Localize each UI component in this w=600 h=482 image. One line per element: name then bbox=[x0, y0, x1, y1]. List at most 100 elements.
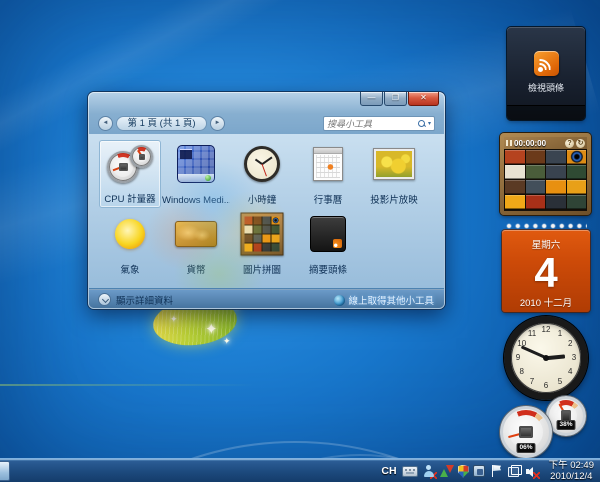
memory-gauge: 38% bbox=[546, 396, 586, 436]
puzzle-tile[interactable] bbox=[505, 195, 525, 209]
puzzle-tile bbox=[272, 244, 280, 252]
desktop: ✦ ✦ ✦ ✦ — ❐ ✕ ◄ 第 1 頁 (共 1 頁) ► ▾ bbox=[0, 0, 600, 482]
puzzle-tile bbox=[254, 235, 262, 243]
sparkle-icon: ✦ bbox=[205, 320, 218, 338]
puzzle-tile[interactable] bbox=[567, 195, 587, 209]
forward-button[interactable]: ► bbox=[210, 116, 225, 131]
clock-numeral: 12 bbox=[541, 325, 551, 334]
get-more-gadgets-label[interactable]: 線上取得其他小工具 bbox=[348, 293, 434, 307]
picture-puzzle-gadget[interactable]: 00:00:00 ? ↻ bbox=[500, 133, 591, 215]
puzzle-tile[interactable] bbox=[546, 195, 566, 209]
puzzle-tile[interactable] bbox=[526, 180, 546, 194]
window-footer: 顯示詳細資料 線上取得其他小工具 bbox=[89, 289, 444, 308]
puzzle-tile[interactable] bbox=[567, 180, 587, 194]
globe-icon bbox=[334, 295, 345, 306]
feed-viewer-footer bbox=[507, 105, 585, 120]
network-activity-icon[interactable] bbox=[440, 464, 454, 478]
user-offline-icon[interactable] bbox=[422, 464, 436, 478]
taskbar-clock[interactable]: 下午 02:49 2010/12/4 bbox=[543, 460, 598, 482]
taskbar[interactable]: CH 下午 02:49 2010/12/4 bbox=[0, 458, 600, 482]
gallery-item-picture-puzzle[interactable]: 圖片拼圖 bbox=[231, 210, 293, 278]
puzzle-tiles[interactable] bbox=[504, 149, 587, 210]
clock-numeral: 8 bbox=[517, 367, 527, 376]
search-input[interactable] bbox=[324, 119, 418, 129]
puzzle-tile[interactable] bbox=[546, 180, 566, 194]
puzzle-tile[interactable] bbox=[567, 165, 587, 179]
gallery-item-weather[interactable]: 氣象 bbox=[99, 210, 161, 278]
clock-numeral: 11 bbox=[527, 329, 537, 338]
cpu-core-icon bbox=[519, 426, 533, 438]
gadget-gallery-window: — ❐ ✕ ◄ 第 1 頁 (共 1 頁) ► ▾ CPU 計量器 bbox=[88, 92, 445, 309]
navigation-bar: ◄ 第 1 頁 (共 1 頁) ► ▾ bbox=[88, 115, 445, 133]
puzzle-tile[interactable] bbox=[505, 180, 525, 194]
feed-headlines-icon bbox=[310, 216, 346, 252]
puzzle-tile bbox=[254, 217, 262, 225]
puzzle-tile bbox=[254, 226, 262, 234]
puzzle-tile bbox=[263, 217, 271, 225]
clock-icon bbox=[244, 146, 280, 182]
gallery-item-currency[interactable]: 貨幣 bbox=[165, 210, 227, 278]
gallery-item-cpu-meter[interactable]: CPU 計量器 bbox=[99, 140, 161, 208]
puzzle-tile[interactable] bbox=[526, 195, 546, 209]
back-button[interactable]: ◄ bbox=[98, 116, 113, 131]
puzzle-tile[interactable] bbox=[546, 150, 566, 164]
clock-numeral: 5 bbox=[555, 377, 565, 386]
gallery-item-clock[interactable]: 小時鐘 bbox=[231, 140, 293, 208]
calendar-gadget[interactable]: 星期六 4 2010 十二月 bbox=[502, 222, 590, 312]
security-shield-icon[interactable] bbox=[458, 465, 469, 478]
cpu-meter-gadget[interactable]: 38% 06% bbox=[498, 396, 596, 458]
puzzle-tile bbox=[272, 226, 280, 234]
puzzle-tile[interactable] bbox=[505, 150, 525, 164]
puzzle-tile[interactable] bbox=[526, 150, 546, 164]
show-details-label[interactable]: 顯示詳細資料 bbox=[116, 293, 173, 307]
gallery-item-slideshow[interactable]: 投影片放映 bbox=[363, 140, 425, 208]
search-box[interactable]: ▾ bbox=[323, 116, 435, 131]
calendar-day: 4 bbox=[502, 251, 590, 295]
puzzle-tile bbox=[245, 235, 253, 243]
puzzle-tile[interactable] bbox=[505, 165, 525, 179]
pause-icon[interactable] bbox=[506, 140, 512, 146]
puzzle-tile bbox=[272, 235, 280, 243]
taskbar-button-partial[interactable] bbox=[0, 461, 10, 481]
light-streak bbox=[0, 384, 255, 386]
calendar-page: 星期六 4 2010 十二月 bbox=[502, 230, 590, 312]
puzzle-tile bbox=[245, 217, 253, 225]
puzzle-tile[interactable] bbox=[546, 165, 566, 179]
volume-muted-icon[interactable] bbox=[525, 464, 539, 478]
gallery-item-media-center[interactable]: Windows Medi... bbox=[165, 140, 227, 208]
language-indicator[interactable]: CH bbox=[380, 465, 397, 477]
sparkle-icon: ✦ bbox=[170, 314, 178, 325]
close-button[interactable]: ✕ bbox=[408, 92, 439, 106]
puzzle-shuffle-button[interactable]: ↻ bbox=[576, 139, 585, 148]
clock-numeral: 3 bbox=[569, 353, 579, 362]
puzzle-tile[interactable] bbox=[567, 150, 587, 164]
puzzle-tile bbox=[245, 226, 253, 234]
picture-puzzle-icon bbox=[241, 213, 284, 256]
cpu-value: 06% bbox=[516, 443, 535, 453]
cpu-meter-icon bbox=[107, 145, 153, 185]
page-indicator: 第 1 頁 (共 1 頁) bbox=[116, 116, 207, 131]
puzzle-tile bbox=[263, 244, 271, 252]
clock-gadget[interactable]: 123456789101112 bbox=[504, 316, 588, 400]
puzzle-tile[interactable] bbox=[526, 165, 546, 179]
clock-center-cap bbox=[543, 355, 549, 361]
puzzle-header: 00:00:00 ? ↻ bbox=[504, 137, 587, 149]
calendar-weekday: 星期六 bbox=[502, 230, 590, 251]
search-icon bbox=[418, 120, 426, 128]
program-tray-icon[interactable] bbox=[473, 465, 485, 477]
minimize-button[interactable]: — bbox=[360, 92, 383, 106]
clock-numeral: 6 bbox=[541, 381, 551, 390]
gallery-item-feed-headlines[interactable]: 摘要頭條 bbox=[297, 210, 359, 278]
feed-viewer-gadget[interactable]: 檢視頭條 bbox=[507, 27, 585, 120]
gallery-item-calendar[interactable]: 行事曆 bbox=[297, 140, 359, 208]
window-switcher-icon[interactable] bbox=[507, 464, 521, 478]
search-dropdown-icon[interactable]: ▾ bbox=[428, 120, 431, 127]
keyboard-icon[interactable] bbox=[402, 466, 418, 477]
maximize-button[interactable]: ❐ bbox=[384, 92, 407, 106]
puzzle-help-button[interactable]: ? bbox=[565, 139, 574, 148]
puzzle-tile bbox=[272, 217, 280, 225]
get-more-gadgets-link[interactable]: 線上取得其他小工具 bbox=[334, 293, 434, 307]
show-details-button[interactable] bbox=[98, 293, 111, 306]
action-center-flag-icon[interactable] bbox=[489, 464, 503, 478]
calendar-month: 2010 十二月 bbox=[502, 295, 590, 309]
